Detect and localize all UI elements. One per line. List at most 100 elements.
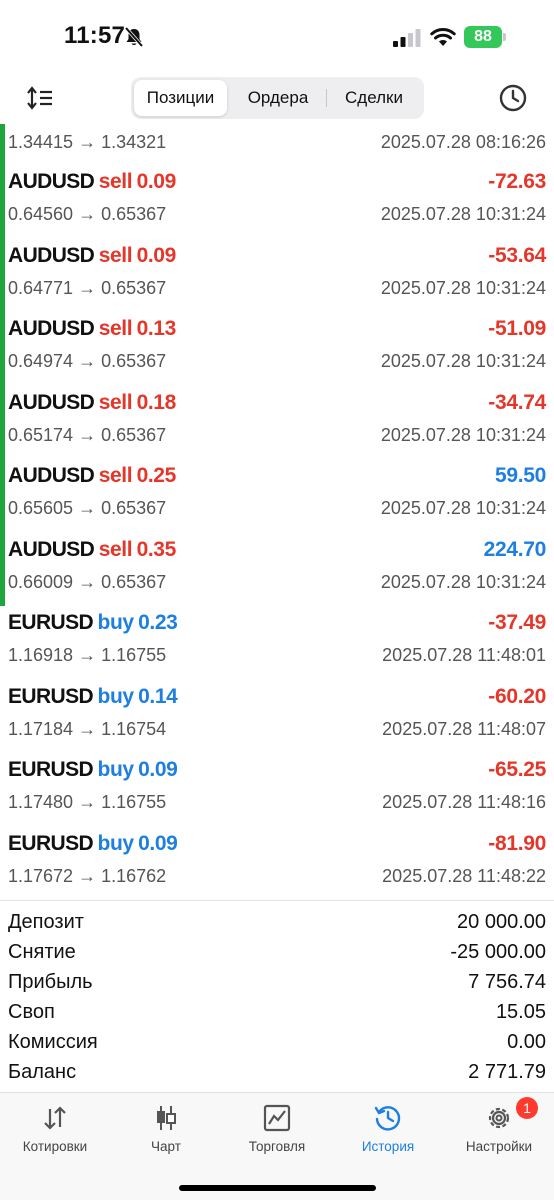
deal-time: 2025.07.28 10:31:24 xyxy=(380,277,546,298)
list-item[interactable]: AUDUSD sell 0.09 -72.63 0.64560 → 0.65367 2… xyxy=(0,164,554,238)
deal-profit: -60.20 xyxy=(488,684,546,708)
deal-direction: buy xyxy=(97,611,135,634)
deal-profit: -53.64 xyxy=(488,243,546,267)
battery-indicator: 88 xyxy=(464,26,506,48)
list-item[interactable]: EURUSD buy 0.09 -65.25 1.17480 → 1.16755 20… xyxy=(0,752,554,826)
deal-symbol: EURUSD xyxy=(8,611,94,634)
deal-list: 1.34415 → 1.34321 2025.07.28 08:16:26 AU… xyxy=(0,124,554,899)
summary-value: 20 000.00 xyxy=(457,911,546,933)
wifi-icon xyxy=(430,27,456,46)
clock-icon[interactable] xyxy=(498,83,528,113)
deal-profit: 224.70 xyxy=(483,537,547,561)
summary-row: Депозит 20 000.00 xyxy=(0,907,554,937)
deal-volume: 0.09 xyxy=(136,243,177,267)
signal-icon xyxy=(393,29,421,47)
deal-prices: 0.65605 → 0.65367 xyxy=(8,498,167,518)
gear-icon xyxy=(488,1107,510,1129)
sort-icon[interactable] xyxy=(26,84,56,112)
deal-time: 2025.07.28 10:31:24 xyxy=(380,424,546,445)
deal-prices: 0.64771 → 0.65367 xyxy=(8,277,167,298)
list-item[interactable]: AUDUSD sell 0.13 -51.09 0.64974 → 0.65367 2… xyxy=(0,311,554,385)
tab-trade[interactable]: Торговля xyxy=(222,1093,332,1173)
quotes-icon xyxy=(44,1106,66,1130)
deal-symbol: EURUSD xyxy=(8,758,94,781)
deal-profit: -81.90 xyxy=(488,831,546,855)
deal-volume: 0.23 xyxy=(138,611,178,634)
deal-symbol: AUDUSD xyxy=(8,243,95,267)
deal-volume: 0.18 xyxy=(136,390,177,414)
summary-label: Снятие xyxy=(8,941,76,963)
summary-row: Баланс 2 771.79 xyxy=(0,1057,554,1087)
home-indicator xyxy=(179,1185,376,1191)
summary-value: 0.00 xyxy=(507,1031,546,1053)
deal-volume: 0.09 xyxy=(138,831,178,855)
chart-icon xyxy=(157,1106,176,1130)
deal-direction: buy xyxy=(97,684,135,708)
summary-value: -25 000.00 xyxy=(450,941,546,963)
deal-direction: buy xyxy=(97,831,135,855)
deal-volume: 0.35 xyxy=(136,537,177,561)
status-bar: 11:57 88 xyxy=(0,0,554,72)
deal-prices: 1.17480 → 1.16755 xyxy=(8,792,167,812)
deal-profit: -72.63 xyxy=(488,170,546,193)
deal-time: 2025.07.28 11:48:22 xyxy=(382,865,546,886)
tab-orders[interactable]: Ордера xyxy=(230,80,326,116)
summary: Депозит 20 000.00 Снятие -25 000.00 Прибыль 7… xyxy=(0,900,554,1087)
tab-chart[interactable]: Чарт xyxy=(111,1093,221,1173)
deal-symbol: AUDUSD xyxy=(8,537,95,561)
tab-settings-label: Настройки xyxy=(465,1139,533,1154)
deal-time: 2025.07.28 10:31:24 xyxy=(380,498,546,518)
deal-profit: -65.25 xyxy=(488,758,546,781)
deal-volume: 0.09 xyxy=(136,170,177,193)
deal-time: 2025.07.28 11:48:16 xyxy=(382,792,546,812)
deal-volume: 0.25 xyxy=(136,464,177,487)
tab-positions[interactable]: Позиции xyxy=(134,80,227,116)
list-item[interactable]: 1.34415 → 1.34321 2025.07.28 08:16:26 xyxy=(0,124,554,164)
deal-prices: 0.65174 → 0.65367 xyxy=(8,424,167,445)
list-item[interactable]: EURUSD buy 0.09 -81.90 1.17672 → 1.16762 20… xyxy=(0,826,554,900)
list-item[interactable]: EURUSD buy 0.14 -60.20 1.17184 → 1.16754 20… xyxy=(0,679,554,753)
battery-level: 88 xyxy=(474,28,492,45)
tab-settings[interactable]: 1 Настройки xyxy=(444,1093,554,1173)
tab-bar: Котировки Чарт Торговля История 1 Настро… xyxy=(0,1092,554,1200)
deal-profit: -51.09 xyxy=(488,317,546,340)
deal-time: 2025.07.28 08:16:26 xyxy=(380,132,546,152)
tab-trade-label: Торговля xyxy=(248,1139,306,1154)
deal-symbol: EURUSD xyxy=(8,684,94,708)
deal-volume: 0.14 xyxy=(138,684,178,708)
deal-direction: buy xyxy=(97,758,135,781)
deal-prices: 0.64974 → 0.65367 xyxy=(8,351,167,371)
deal-prices: 1.17184 → 1.16754 xyxy=(8,718,167,739)
deal-direction: sell xyxy=(98,390,133,414)
summary-label: Баланс xyxy=(8,1061,77,1083)
history-icon xyxy=(374,1106,401,1131)
summary-label: Своп xyxy=(8,1001,55,1023)
status-time: 11:57 xyxy=(64,22,126,49)
tab-quotes-label: Котировки xyxy=(22,1139,88,1154)
summary-label: Депозит xyxy=(8,911,84,933)
header: Позиции Ордера Сделки xyxy=(0,72,554,124)
tab-quotes[interactable]: Котировки xyxy=(0,1093,110,1173)
deal-prices: 0.64560 → 0.65367 xyxy=(8,204,167,224)
deal-direction: sell xyxy=(98,537,133,561)
deal-time: 2025.07.28 11:48:01 xyxy=(382,645,546,665)
list-item[interactable]: EURUSD buy 0.23 -37.49 1.16918 → 1.16755 20… xyxy=(0,605,554,679)
segmented-control: Позиции Ордера Сделки xyxy=(131,77,424,119)
list-item[interactable]: AUDUSD sell 0.25 59.50 0.65605 → 0.65367 20… xyxy=(0,458,554,532)
list-item[interactable]: AUDUSD sell 0.35 224.70 0.66009 → 0.65367 2… xyxy=(0,532,554,606)
deal-direction: sell xyxy=(98,243,133,267)
deal-symbol: AUDUSD xyxy=(8,317,95,340)
deal-symbol: AUDUSD xyxy=(8,464,95,487)
list-item[interactable]: AUDUSD sell 0.18 -34.74 0.65174 → 0.65367 2… xyxy=(0,385,554,459)
bell-slash-icon xyxy=(124,26,144,48)
deal-direction: sell xyxy=(98,464,133,487)
tab-history[interactable]: История xyxy=(333,1093,443,1173)
tab-deals[interactable]: Сделки xyxy=(327,80,421,116)
deal-prices: 1.34415 → 1.34321 xyxy=(8,132,167,152)
list-item[interactable]: AUDUSD sell 0.09 -53.64 0.64771 → 0.65367 2… xyxy=(0,238,554,312)
summary-row: Комиссия 0.00 xyxy=(0,1027,554,1057)
deal-direction: sell xyxy=(98,317,133,340)
notification-badge: 1 xyxy=(516,1097,538,1119)
deal-time: 2025.07.28 11:48:07 xyxy=(382,718,546,739)
deal-direction: sell xyxy=(98,170,133,193)
